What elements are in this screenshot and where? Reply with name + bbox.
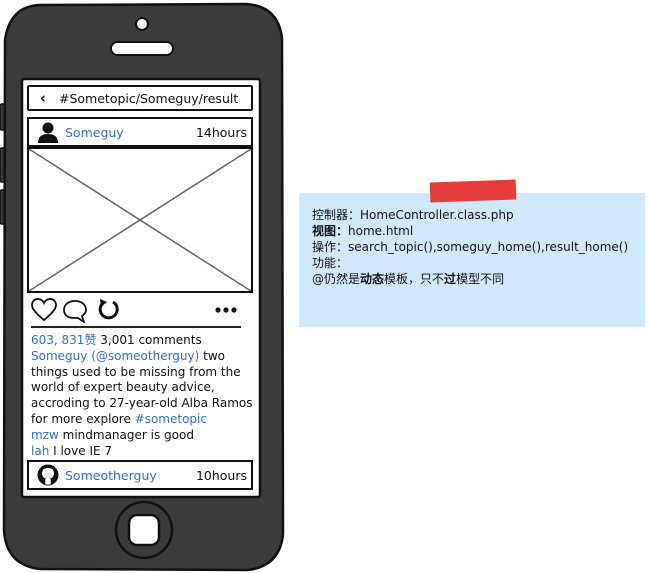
user-avatar-icon[interactable]: [37, 121, 59, 143]
comment-text: I love IE 7: [49, 443, 113, 458]
note-value: HomeController.class.php: [360, 208, 514, 222]
sticky-note-tape: [429, 179, 517, 203]
comment-text: mindmanager is good: [58, 427, 194, 442]
post-username[interactable]: Someguy: [65, 125, 124, 140]
note-value: home.html: [348, 224, 414, 238]
note-text-a: @仍然是: [312, 272, 361, 286]
note-line-controller: 控制器：HomeController.class.php: [312, 207, 628, 223]
comment-item: lah I love IE 7: [31, 444, 255, 460]
sticky-note-text: 控制器：HomeController.class.php 视图：home.htm…: [312, 207, 628, 287]
note-value: search_topic(),someguy_home(),result_hom…: [348, 240, 629, 254]
comment-icon[interactable]: [62, 299, 88, 323]
home-button-square: [127, 513, 161, 547]
front-camera: [135, 17, 149, 31]
refresh-icon[interactable]: [97, 297, 121, 321]
post-caption: 603, 831赞 3,001 comments Someguy (@someo…: [31, 333, 255, 459]
post-username[interactable]: Someotherguy: [65, 468, 157, 483]
caption-line-1: Someguy (@someotherguy) two: [31, 349, 255, 365]
note-text-d: 过: [444, 272, 457, 286]
likes-count[interactable]: 603, 831赞: [31, 333, 96, 347]
note-line-view: 视图：home.html: [312, 223, 628, 239]
post-time: 14hours: [195, 124, 247, 140]
image-placeholder-cross: [29, 149, 251, 291]
note-text-e: 模型不同: [456, 272, 505, 286]
note-label: 视图：: [312, 224, 349, 238]
note-text-c: 模板，只不: [384, 272, 445, 286]
speaker-slot: [110, 41, 174, 56]
nav-path-title: #Sometopic/Someguy/result: [59, 90, 239, 106]
note-label: 功能：: [312, 256, 349, 270]
heart-icon[interactable]: [31, 298, 57, 322]
comment-user[interactable]: mzw: [31, 428, 59, 442]
comment-user[interactable]: lah: [31, 444, 49, 458]
caption-text-1: two: [199, 348, 225, 363]
post-time: 10hours: [195, 467, 247, 483]
caption-hashtag[interactable]: #sometopic: [135, 412, 207, 426]
note-line-description: @仍然是动态模板，只不过模型不同: [312, 271, 628, 287]
caption-line-3: world of expert beauty advice,: [31, 380, 215, 395]
post-header-someotherguy: Someotherguy 10hours: [27, 460, 253, 490]
caption-line-2: things used to be missing from the: [31, 364, 241, 379]
post-actions: [29, 296, 253, 324]
post-header-someguy: Someguy 14hours: [27, 117, 253, 147]
github-avatar-icon[interactable]: [37, 464, 59, 486]
note-line-function: 功能：: [312, 255, 628, 271]
caption-mention[interactable]: (@someotherguy): [91, 349, 199, 363]
comment-item: mzw mindmanager is good: [31, 428, 255, 444]
phone-screen: ‹ #Sometopic/Someguy/result Someguy 14ho…: [25, 82, 257, 494]
note-label: 操作：: [312, 240, 349, 254]
caption-line-4: accroding to 27-year-old Alba Ramos: [31, 396, 253, 411]
nav-bar: ‹ #Sometopic/Someguy/result: [27, 85, 253, 111]
comments-count[interactable]: 3,001 comments: [100, 333, 201, 347]
post-image-placeholder[interactable]: [27, 147, 253, 293]
note-line-actions: 操作：search_topic(),someguy_home(),result_…: [312, 239, 628, 255]
actions-divider: [31, 326, 241, 328]
back-chevron-icon[interactable]: ‹: [33, 89, 53, 107]
caption-line-5: for more explore #sometopic: [31, 412, 255, 428]
note-label: 控制器：: [312, 208, 361, 222]
caption-text-5: for more explore: [31, 411, 135, 426]
caption-author[interactable]: Someguy: [31, 349, 87, 363]
note-text-b: 动态: [360, 272, 385, 286]
more-icon[interactable]: [215, 306, 237, 314]
stats-line: 603, 831赞 3,001 comments: [31, 333, 255, 349]
